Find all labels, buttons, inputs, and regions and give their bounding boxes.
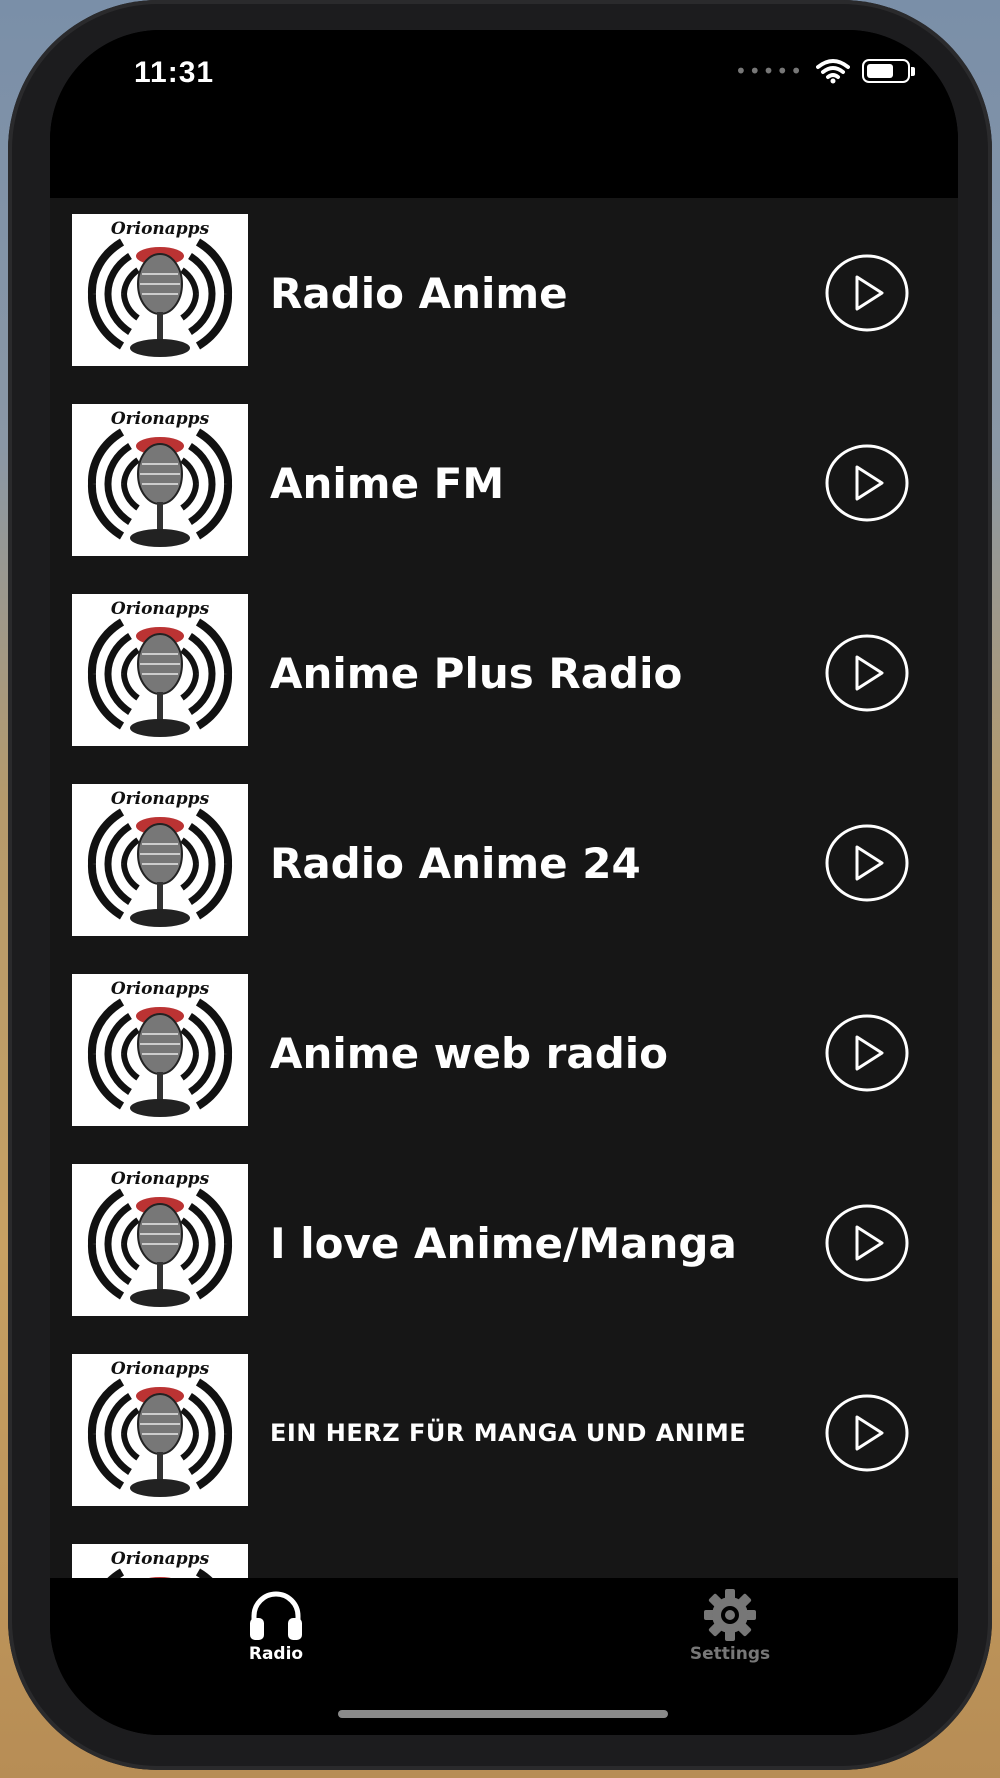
- station-logo: Orionapps: [72, 784, 248, 936]
- play-button[interactable]: [824, 443, 910, 523]
- svg-text:Orionapps: Orionapps: [111, 409, 210, 429]
- station-list[interactable]: Orionapps Radio Anime Orionapps Anime FM…: [50, 198, 958, 1608]
- play-circle-icon: [825, 824, 909, 902]
- svg-text:Orionapps: Orionapps: [111, 1549, 210, 1569]
- station-row[interactable]: Orionapps: [50, 958, 958, 1148]
- station-name: Anime web radio: [270, 1028, 669, 1078]
- station-name: Radio Anime: [270, 268, 568, 318]
- microphone-logo-icon: Orionapps: [72, 214, 248, 366]
- tab-radio[interactable]: Radio: [196, 1588, 356, 1678]
- svg-text:Orionapps: Orionapps: [111, 789, 210, 809]
- microphone-logo-icon: Orionapps: [72, 974, 248, 1126]
- gear-icon: [704, 1589, 756, 1641]
- play-circle-icon: [825, 1394, 909, 1472]
- station-name: EIN HERZ FÜR MANGA UND ANIME: [270, 1419, 747, 1447]
- svg-text:Orionapps: Orionapps: [111, 219, 210, 239]
- play-circle-icon: [825, 254, 909, 332]
- play-button[interactable]: [824, 1013, 910, 1093]
- app-screen: 11:31 ••••• Orionapps Radio Anime Oriona…: [50, 30, 958, 1735]
- device-notch: [272, 30, 732, 118]
- station-logo: Orionapps: [72, 974, 248, 1126]
- station-name: Radio Anime 24: [270, 838, 641, 888]
- wifi-icon: [816, 59, 850, 84]
- play-button[interactable]: [824, 1393, 910, 1473]
- station-name: Anime FM: [270, 458, 505, 508]
- play-button[interactable]: [824, 823, 910, 903]
- station-logo: Orionapps: [72, 1164, 248, 1316]
- play-button[interactable]: [824, 633, 910, 713]
- play-button[interactable]: [824, 253, 910, 333]
- station-name: Anime Plus Radio: [270, 648, 683, 698]
- svg-text:Orionapps: Orionapps: [111, 1359, 210, 1379]
- microphone-logo-icon: Orionapps: [72, 594, 248, 746]
- play-circle-icon: [825, 444, 909, 522]
- svg-text:Orionapps: Orionapps: [111, 1169, 210, 1189]
- battery-icon: [862, 59, 915, 83]
- tab-settings-label: Settings: [689, 1644, 771, 1664]
- svg-text:Orionapps: Orionapps: [111, 599, 210, 619]
- station-logo: Orionapps: [72, 1354, 248, 1506]
- station-row[interactable]: Orionapps: [50, 198, 958, 388]
- microphone-logo-icon: Orionapps: [72, 784, 248, 936]
- station-row[interactable]: Orionapps: [50, 578, 958, 768]
- play-circle-icon: [825, 1204, 909, 1282]
- microphone-logo-icon: Orionapps: [72, 1164, 248, 1316]
- station-row[interactable]: Orionapps: [50, 768, 958, 958]
- headphones-icon: [250, 1591, 302, 1640]
- play-circle-icon: [825, 634, 909, 712]
- microphone-logo-icon: Orionapps: [72, 404, 248, 556]
- station-logo: Orionapps: [72, 214, 248, 366]
- microphone-logo-icon: Orionapps: [72, 1354, 248, 1506]
- station-logo: Orionapps: [72, 404, 248, 556]
- station-row[interactable]: Orionapps: [50, 1338, 958, 1528]
- play-circle-icon: [825, 1014, 909, 1092]
- station-row[interactable]: Orionapps: [50, 388, 958, 578]
- signal-icon: •••••: [735, 59, 804, 83]
- tab-radio-label: Radio: [248, 1644, 304, 1664]
- svg-text:Orionapps: Orionapps: [111, 979, 210, 999]
- station-logo: Orionapps: [72, 594, 248, 746]
- play-button[interactable]: [824, 1203, 910, 1283]
- station-row[interactable]: Orionapps: [50, 1148, 958, 1338]
- status-time: 11:31: [134, 56, 215, 89]
- tab-settings[interactable]: Settings: [650, 1588, 810, 1678]
- status-icons: •••••: [735, 58, 915, 84]
- home-indicator[interactable]: [338, 1710, 668, 1718]
- station-name: I love Anime/Manga: [270, 1218, 737, 1268]
